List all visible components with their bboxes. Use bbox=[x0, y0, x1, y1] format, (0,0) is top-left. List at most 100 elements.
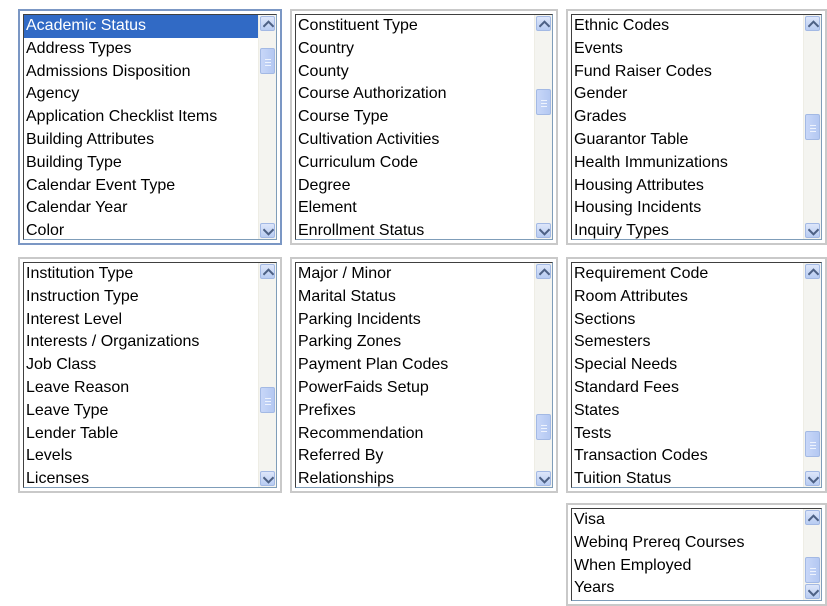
code-table-listbox[interactable]: Requirement Code Room Attributes Sections S… bbox=[566, 257, 827, 493]
list-item[interactable]: Tests bbox=[572, 423, 804, 446]
list-item[interactable]: County bbox=[296, 61, 535, 84]
list-item[interactable]: Relationships bbox=[296, 468, 535, 487]
list-item[interactable]: Institution Type bbox=[24, 263, 259, 286]
list-item[interactable]: Tuition Status bbox=[572, 468, 804, 487]
listbox[interactable]: Requirement Code Room Attributes Sections S… bbox=[571, 262, 822, 488]
list-item[interactable]: Housing Attributes bbox=[572, 175, 804, 198]
list-item[interactable]: Grades bbox=[572, 106, 804, 129]
list-item[interactable]: Building Attributes bbox=[24, 129, 259, 152]
list-item[interactable]: Course Type bbox=[296, 106, 535, 129]
list-item[interactable]: Semesters bbox=[572, 331, 804, 354]
list-item[interactable]: Interests / Organizations bbox=[24, 331, 259, 354]
scroll-down-arrow-icon[interactable] bbox=[260, 223, 275, 238]
list-item[interactable]: Lender Table bbox=[24, 423, 259, 446]
code-table-listbox[interactable]: Academic Status Address Types Admissions D… bbox=[18, 9, 282, 245]
list-item[interactable]: Health Immunizations bbox=[572, 152, 804, 175]
list-item[interactable]: Agency bbox=[24, 83, 259, 106]
list-item[interactable]: Payment Plan Codes bbox=[296, 354, 535, 377]
scroll-down-arrow-icon[interactable] bbox=[260, 471, 275, 486]
list-item[interactable]: States bbox=[572, 400, 804, 423]
list-item[interactable]: Gender bbox=[572, 83, 804, 106]
scroll-down-arrow-icon[interactable] bbox=[536, 471, 551, 486]
list-item[interactable]: Room Attributes bbox=[572, 286, 804, 309]
code-table-listbox[interactable]: Institution Type Instruction Type Interest… bbox=[18, 257, 282, 493]
list-item[interactable]: Curriculum Code bbox=[296, 152, 535, 175]
list-item[interactable]: Sections bbox=[572, 309, 804, 332]
scroll-up-arrow-icon[interactable] bbox=[805, 16, 820, 31]
list-item[interactable]: Parking Zones bbox=[296, 331, 535, 354]
scroll-up-arrow-icon[interactable] bbox=[260, 16, 275, 31]
list-item[interactable]: Guarantor Table bbox=[572, 129, 804, 152]
list-item[interactable]: Calendar Year bbox=[24, 197, 259, 220]
list-item[interactable]: Parking Incidents bbox=[296, 309, 535, 332]
scroll-down-arrow-icon[interactable] bbox=[805, 471, 820, 486]
code-table-listbox[interactable]: Ethnic Codes Events Fund Raiser Codes Gende… bbox=[566, 9, 827, 245]
list-item[interactable]: Country bbox=[296, 38, 535, 61]
list-item[interactable]: Years bbox=[572, 577, 804, 600]
list-item[interactable]: Referred By bbox=[296, 445, 535, 468]
list-item[interactable]: Course Authorization bbox=[296, 83, 535, 106]
list-item[interactable]: Marital Status bbox=[296, 286, 535, 309]
list-item[interactable]: PowerFaids Setup bbox=[296, 377, 535, 400]
list-item[interactable]: When Employed bbox=[572, 555, 804, 578]
list-item[interactable]: Transaction Codes bbox=[572, 445, 804, 468]
scroll-up-arrow-icon[interactable] bbox=[536, 16, 551, 31]
scrollbar-thumb[interactable] bbox=[260, 48, 275, 74]
vertical-scrollbar[interactable] bbox=[534, 15, 552, 239]
code-table-listbox[interactable]: Major / Minor Marital Status Parking Incid… bbox=[290, 257, 558, 493]
list-item[interactable]: Inquiry Types bbox=[572, 220, 804, 239]
list-item[interactable]: Color bbox=[24, 220, 259, 239]
list-item[interactable]: Academic Status bbox=[24, 15, 259, 38]
list-item[interactable]: Address Types bbox=[24, 38, 259, 61]
vertical-scrollbar[interactable] bbox=[803, 263, 821, 487]
list-item[interactable]: Building Type bbox=[24, 152, 259, 175]
list-item[interactable]: Application Checklist Items bbox=[24, 106, 259, 129]
listbox[interactable]: Institution Type Instruction Type Interest… bbox=[23, 262, 277, 488]
vertical-scrollbar[interactable] bbox=[803, 15, 821, 239]
listbox[interactable]: Constituent Type Country County Course Auth… bbox=[295, 14, 553, 240]
scroll-up-arrow-icon[interactable] bbox=[536, 264, 551, 279]
scrollbar-thumb[interactable] bbox=[805, 114, 820, 140]
list-item[interactable]: Leave Reason bbox=[24, 377, 259, 400]
list-item[interactable]: Levels bbox=[24, 445, 259, 468]
list-item[interactable]: Special Needs bbox=[572, 354, 804, 377]
scrollbar-thumb[interactable] bbox=[536, 89, 551, 115]
vertical-scrollbar[interactable] bbox=[258, 15, 276, 239]
list-item[interactable]: Recommendation bbox=[296, 423, 535, 446]
listbox[interactable]: Major / Minor Marital Status Parking Incid… bbox=[295, 262, 553, 488]
scroll-down-arrow-icon[interactable] bbox=[536, 223, 551, 238]
list-item[interactable]: Prefixes bbox=[296, 400, 535, 423]
list-item[interactable]: Constituent Type bbox=[296, 15, 535, 38]
list-item[interactable]: Webinq Prereq Courses bbox=[572, 532, 804, 555]
list-item[interactable]: Visa bbox=[572, 509, 804, 532]
scrollbar-thumb[interactable] bbox=[805, 557, 820, 583]
list-item[interactable]: Licenses bbox=[24, 468, 259, 487]
code-table-listbox[interactable]: Visa Webinq Prereq Courses When Employed Ye… bbox=[566, 503, 827, 606]
vertical-scrollbar[interactable] bbox=[534, 263, 552, 487]
list-item[interactable]: Calendar Event Type bbox=[24, 175, 259, 198]
scroll-up-arrow-icon[interactable] bbox=[260, 264, 275, 279]
list-item[interactable]: Job Class bbox=[24, 354, 259, 377]
list-item[interactable]: Ethnic Codes bbox=[572, 15, 804, 38]
listbox[interactable]: Ethnic Codes Events Fund Raiser Codes Gende… bbox=[571, 14, 822, 240]
code-table-listbox[interactable]: Constituent Type Country County Course Auth… bbox=[290, 9, 558, 245]
list-item[interactable]: Leave Type bbox=[24, 400, 259, 423]
list-item[interactable]: Major / Minor bbox=[296, 263, 535, 286]
scroll-up-arrow-icon[interactable] bbox=[805, 510, 820, 525]
vertical-scrollbar[interactable] bbox=[803, 509, 821, 600]
listbox[interactable]: Visa Webinq Prereq Courses When Employed Ye… bbox=[571, 508, 822, 601]
listbox[interactable]: Academic Status Address Types Admissions D… bbox=[23, 14, 277, 240]
list-item[interactable]: Cultivation Activities bbox=[296, 129, 535, 152]
list-item[interactable]: Degree bbox=[296, 175, 535, 198]
scrollbar-thumb[interactable] bbox=[536, 414, 551, 440]
list-item[interactable]: Fund Raiser Codes bbox=[572, 61, 804, 84]
list-item[interactable]: Element bbox=[296, 197, 535, 220]
list-item[interactable]: Standard Fees bbox=[572, 377, 804, 400]
scrollbar-thumb[interactable] bbox=[260, 387, 275, 413]
vertical-scrollbar[interactable] bbox=[258, 263, 276, 487]
list-item[interactable]: Interest Level bbox=[24, 309, 259, 332]
scroll-down-arrow-icon[interactable] bbox=[805, 584, 820, 599]
list-item[interactable]: Events bbox=[572, 38, 804, 61]
scroll-down-arrow-icon[interactable] bbox=[805, 223, 820, 238]
list-item[interactable]: Instruction Type bbox=[24, 286, 259, 309]
